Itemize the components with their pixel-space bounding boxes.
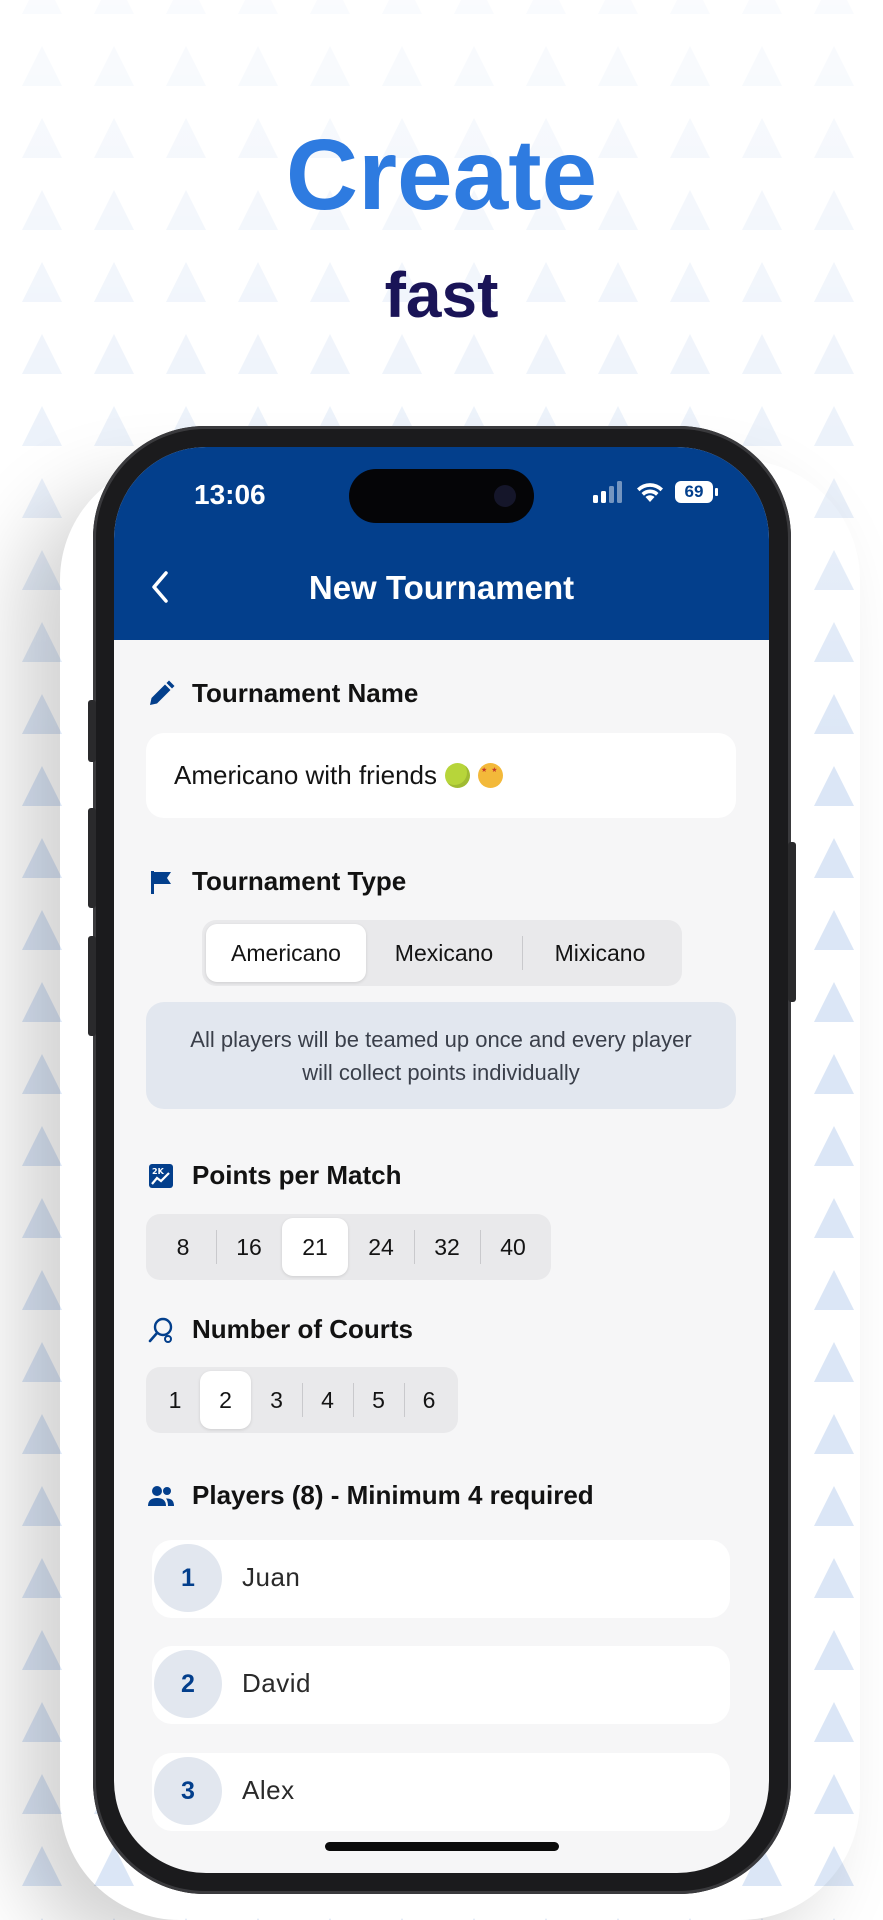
tennis-ball-emoji-icon [445,763,470,788]
people-icon [146,1481,176,1511]
players-header: Players (8) - Minimum 4 required [146,1480,594,1511]
courts-option-4[interactable]: 4 [302,1371,353,1429]
tournament-name-header: Tournament Name [146,678,418,709]
cellular-signal-icon [593,481,622,503]
courts-selector: 1 2 3 4 5 6 [146,1367,458,1433]
home-indicator[interactable] [325,1842,559,1851]
pencil-icon [146,679,176,709]
player-row[interactable]: 1 Juan [152,1540,730,1618]
tournament-name-label: Tournament Name [192,678,419,708]
dynamic-island [349,469,534,523]
star-struck-emoji-icon [478,763,503,788]
points-per-match-label: Points per Match [192,1160,402,1190]
player-name: David [242,1668,311,1698]
hero-title: Create [285,119,598,231]
number-of-courts-label: Number of Courts [192,1314,413,1344]
courts-option-6[interactable]: 6 [404,1371,454,1429]
svg-text:2K: 2K [152,1167,165,1176]
type-option-mexicano[interactable]: Mexicano [366,924,522,982]
status-time: 13:06 [194,479,266,510]
player-row[interactable]: 2 David [152,1646,730,1724]
courts-option-5[interactable]: 5 [353,1371,404,1429]
score-chart-icon: 2K [146,1161,176,1191]
status-icons: 69 [593,481,718,503]
courts-option-1[interactable]: 1 [150,1371,200,1429]
points-option-8[interactable]: 8 [150,1218,216,1276]
points-per-match-header: 2K Points per Match [146,1160,401,1191]
courts-option-3[interactable]: 3 [251,1371,302,1429]
player-number-badge: 3 [154,1757,222,1825]
phone-screen: 13:06 69 New Tournament Tournament Name … [114,447,769,1873]
phone-action-button [88,700,96,762]
hero-subtitle: fast [384,259,499,331]
players-label: Players (8) - Minimum 4 required [192,1480,594,1510]
phone-volume-up-button [88,808,96,908]
points-option-21[interactable]: 21 [282,1218,348,1276]
navigation-bar: 13:06 69 New Tournament [114,447,769,640]
player-number-badge: 2 [154,1650,222,1718]
camera-icon [494,485,516,507]
page-title: New Tournament [308,569,575,606]
points-option-16[interactable]: 16 [216,1218,282,1276]
tournament-type-selector: Americano Mexicano Mixicano [202,920,682,986]
tournament-type-label: Tournament Type [192,866,407,896]
phone-volume-down-button [88,936,96,1036]
points-option-32[interactable]: 32 [414,1218,480,1276]
player-name: Alex [242,1775,295,1805]
points-selector: 8 16 21 24 32 40 [146,1214,551,1280]
phone-power-button [788,842,796,1002]
type-option-mixicano[interactable]: Mixicano [522,924,678,982]
player-number-badge: 1 [154,1544,222,1612]
flag-icon [146,867,176,897]
tournament-type-description: All players will be teamed up once and e… [146,1002,736,1109]
racket-icon [146,1315,176,1345]
tournament-name-input[interactable]: Americano with friends [146,733,736,818]
points-option-24[interactable]: 24 [348,1218,414,1276]
battery-icon: 69 [675,481,718,503]
type-option-americano[interactable]: Americano [206,924,366,982]
tournament-name-value: Americano with friends [174,760,437,790]
wifi-icon [637,483,663,502]
courts-option-2[interactable]: 2 [200,1371,251,1429]
points-option-40[interactable]: 40 [480,1218,546,1276]
tournament-type-header: Tournament Type [146,866,406,897]
player-name: Juan [242,1562,301,1592]
player-row[interactable]: 3 Alex [152,1753,730,1831]
number-of-courts-header: Number of Courts [146,1314,413,1345]
